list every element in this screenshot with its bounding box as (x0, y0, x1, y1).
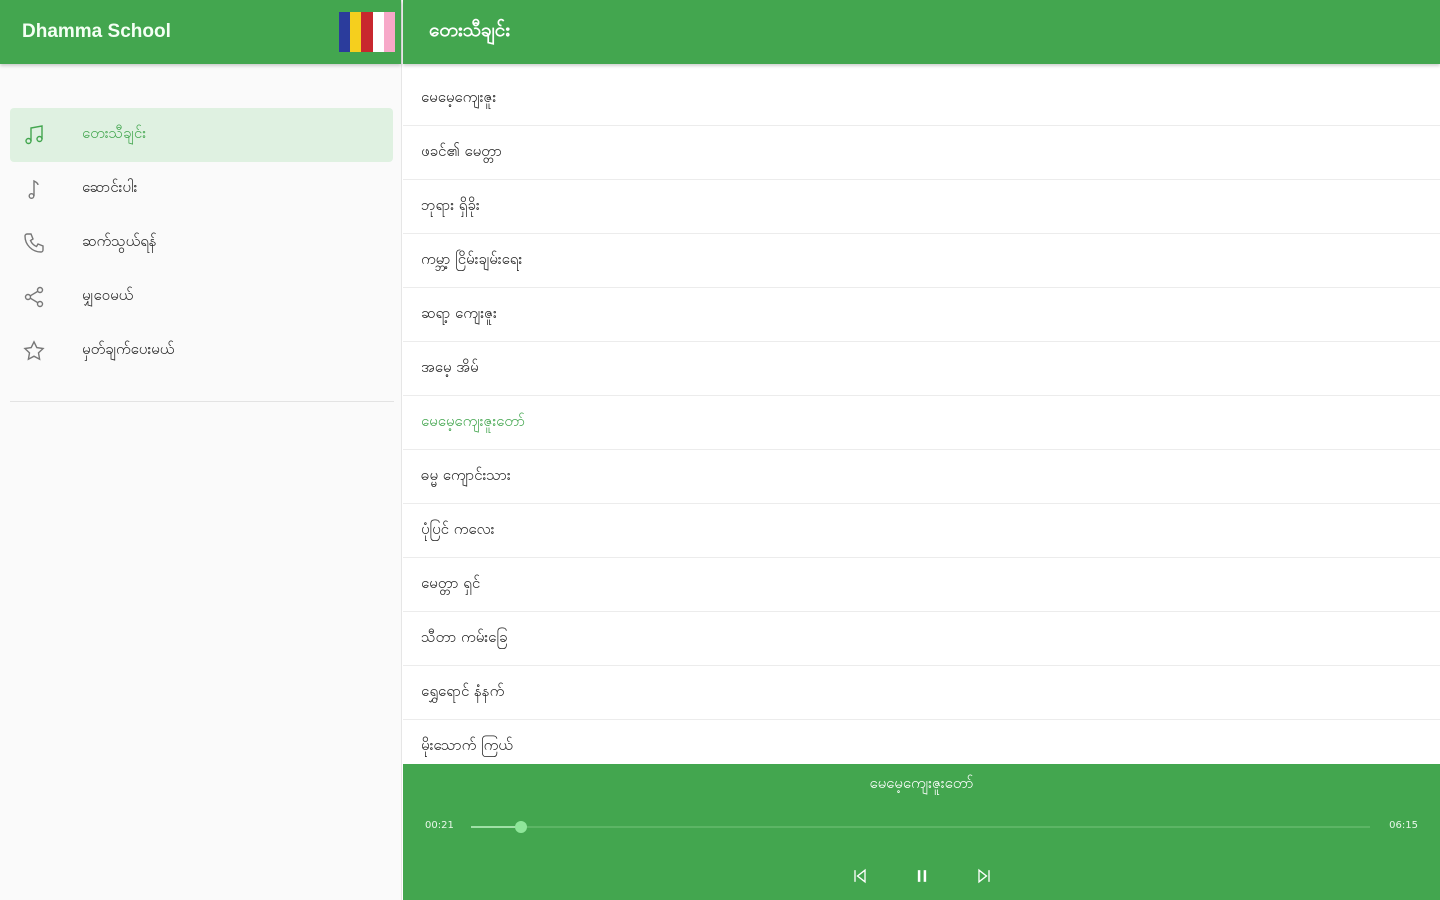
flag-stripe-yellow (350, 12, 362, 52)
total-time: 06:15 (1389, 820, 1418, 831)
flag-stripe-blue (339, 12, 351, 52)
drawer-title: Dhamma School (22, 21, 171, 42)
seek-thumb[interactable] (515, 821, 528, 833)
seek-bar[interactable] (471, 821, 1370, 833)
flag-stripe-white (372, 12, 384, 52)
menu-item-articles[interactable]: ဆောင်းပါး (10, 162, 393, 216)
song-row[interactable]: ကမ္ဘာ့ ငြိမ်းချမ်းရေး (403, 234, 1440, 288)
song-row[interactable]: အမေ့ အိမ် (403, 342, 1440, 396)
drawer-header: Dhamma School (0, 0, 401, 64)
app-bar: တေးသီချင်း (403, 0, 1440, 64)
song-row[interactable]: မေမေ့ကျေးဇူးတော် (403, 396, 1440, 450)
song-row[interactable]: ဘုရား ရှိခိုး (403, 180, 1440, 234)
music-player-bar: မေမေ့ကျေးဇူးတော် 00:21 06:15 (403, 764, 1440, 900)
app-window: Dhamma School တေးသီချင်း ဆောင်းပါး ဆက်သွ… (0, 0, 1440, 900)
menu-item-contact[interactable]: ဆက်သွယ်ရန် (10, 216, 393, 270)
song-row[interactable]: ရွှေရောင် နံနက် (403, 666, 1440, 720)
pause-icon (917, 870, 926, 882)
flag-stripe-pink (383, 12, 396, 52)
song-row[interactable]: မေမေ့ကျေးဇူး (403, 72, 1440, 126)
buddhist-flag-logo (339, 12, 396, 52)
next-button[interactable] (972, 864, 996, 888)
song-row[interactable]: ဆရာ့ ကျေးဇူး (403, 288, 1440, 342)
menu-item-label: ဆောင်းပါး (82, 178, 138, 196)
music-note-icon (10, 123, 62, 147)
pause-button[interactable] (910, 864, 934, 888)
now-playing-title: မေမေ့ကျေးဇူးတော် (869, 774, 974, 792)
skip-previous-icon (853, 868, 866, 884)
seek-progress (471, 826, 522, 828)
drawer-menu: တေးသီချင်း ဆောင်းပါး ဆက်သွယ်ရန် မျှဝေမယ် (0, 64, 401, 378)
page-title: တေးသီချင်း (429, 19, 511, 41)
song-row[interactable]: ပုံပြင် ကလေး (403, 504, 1440, 558)
navigation-drawer: Dhamma School တေးသီချင်း ဆောင်းပါး ဆက်သွ… (0, 0, 402, 900)
menu-item-share[interactable]: မျှဝေမယ် (10, 270, 393, 324)
menu-item-label: မှတ်ချက်ပေးမယ် (82, 340, 175, 358)
playback-controls (403, 864, 1440, 888)
song-row[interactable]: မိုးသောက် ကြယ် (403, 720, 1440, 764)
main-panel: တေးသီချင်း မေမေ့ကျေးဇူး ဖခင်၏ မေတ္တာ ဘုရ… (403, 0, 1440, 900)
single-note-icon (10, 177, 62, 201)
menu-divider (10, 401, 394, 402)
menu-item-label: တေးသီချင်း (82, 124, 146, 142)
song-row[interactable]: ဓမ္မ ကျောင်းသား (403, 450, 1440, 504)
song-row[interactable]: မေတ္တာ ရှင် (403, 558, 1440, 612)
skip-next-icon (977, 868, 990, 884)
previous-button[interactable] (848, 864, 872, 888)
elapsed-time: 00:21 (425, 820, 454, 831)
menu-item-label: မျှဝေမယ် (82, 286, 134, 304)
menu-item-rate[interactable]: မှတ်ချက်ပေးမယ် (10, 324, 393, 378)
song-row[interactable]: ဖခင်၏ မေတ္တာ (403, 126, 1440, 180)
menu-item-songs[interactable]: တေးသီချင်း (10, 108, 393, 162)
menu-item-label: ဆက်သွယ်ရန် (82, 232, 157, 250)
share-icon (10, 285, 62, 309)
flag-stripe-red (361, 12, 373, 52)
star-icon (10, 339, 62, 363)
phone-icon (10, 231, 62, 255)
song-row[interactable]: သီတာ ကမ်းခြေ (403, 612, 1440, 666)
song-list[interactable]: မေမေ့ကျေးဇူး ဖခင်၏ မေတ္တာ ဘုရား ရှိခိုး … (403, 72, 1440, 764)
